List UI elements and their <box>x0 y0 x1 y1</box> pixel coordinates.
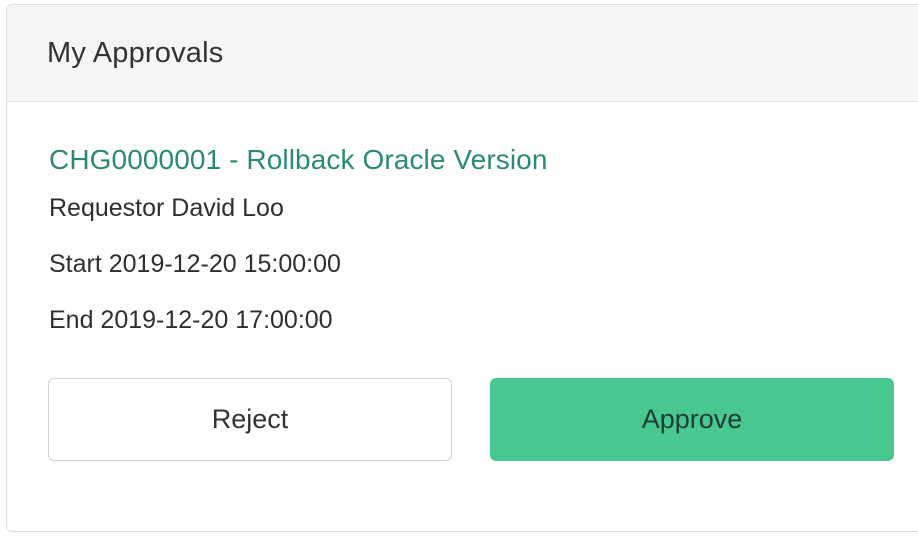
approval-item: CHG0000001 - Rollback Oracle Version Req… <box>7 102 918 337</box>
panel-header: My Approvals <box>7 5 918 102</box>
approvals-panel: My Approvals CHG0000001 - Rollback Oracl… <box>6 4 918 532</box>
change-record-link[interactable]: CHG0000001 - Rollback Oracle Version <box>49 140 918 180</box>
end-time-text: End 2019-12-20 17:00:00 <box>49 306 333 334</box>
approval-actions: Reject Approve <box>48 378 894 461</box>
reject-button[interactable]: Reject <box>48 378 452 461</box>
panel-title: My Approvals <box>47 36 224 69</box>
start-time-text: Start 2019-12-20 15:00:00 <box>49 250 341 278</box>
approve-button[interactable]: Approve <box>490 378 894 461</box>
requestor-text: Requestor David Loo <box>49 194 284 222</box>
